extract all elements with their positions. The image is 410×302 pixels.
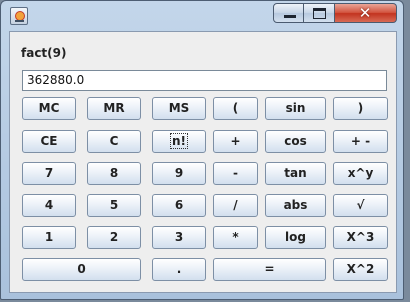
digit-9-button[interactable]: 9 [152,162,206,185]
calculator-window: ✕ fact(9) 362880.0 MC MR MS ( sin ) CE C… [0,0,404,300]
digit-4-button[interactable]: 4 [22,194,76,217]
multiply-button[interactable]: * [213,226,258,249]
factorial-button[interactable]: n! [152,130,206,153]
power-button[interactable]: x^y [333,162,388,185]
maximize-icon [313,8,326,19]
mr-button[interactable]: MR [87,97,141,120]
square-button[interactable]: X^2 [333,258,388,281]
divide-button[interactable]: / [213,194,258,217]
minimize-button[interactable] [273,3,304,23]
close-icon: ✕ [358,4,372,22]
cos-button[interactable]: cos [265,130,326,153]
calculator-panel: fact(9) 362880.0 MC MR MS ( sin ) CE C n… [9,31,397,293]
result-display-field[interactable]: 362880.0 [22,70,387,91]
plus-button[interactable]: + [213,130,258,153]
tan-button[interactable]: tan [265,162,326,185]
digit-0-button[interactable]: 0 [22,258,141,281]
negate-button[interactable]: + - [333,130,388,153]
mc-button[interactable]: MC [22,97,76,120]
log-button[interactable]: log [265,226,326,249]
digit-1-button[interactable]: 1 [22,226,76,249]
abs-button[interactable]: abs [265,194,326,217]
digit-6-button[interactable]: 6 [152,194,206,217]
expression-label: fact(9) [21,46,67,60]
minus-button[interactable]: - [213,162,258,185]
title-bar[interactable]: ✕ [1,1,405,31]
digit-3-button[interactable]: 3 [152,226,206,249]
equals-button[interactable]: = [213,258,326,281]
sin-button[interactable]: sin [265,97,326,120]
digit-2-button[interactable]: 2 [87,226,141,249]
ms-button[interactable]: MS [152,97,206,120]
cube-button[interactable]: X^3 [333,226,388,249]
factorial-label: n! [169,133,189,149]
close-paren-button[interactable]: ) [333,97,388,120]
digit-8-button[interactable]: 8 [87,162,141,185]
digit-7-button[interactable]: 7 [22,162,76,185]
java-app-icon[interactable] [10,7,28,25]
maximize-button[interactable] [304,3,335,23]
decimal-point-button[interactable]: . [152,258,206,281]
clear-button[interactable]: C [87,130,141,153]
clear-entry-button[interactable]: CE [22,130,76,153]
square-root-button[interactable]: √ [333,194,388,217]
close-button[interactable]: ✕ [335,3,397,23]
open-paren-button[interactable]: ( [213,97,258,120]
digit-5-button[interactable]: 5 [87,194,141,217]
window-controls: ✕ [273,3,401,25]
minimize-icon [284,15,296,18]
